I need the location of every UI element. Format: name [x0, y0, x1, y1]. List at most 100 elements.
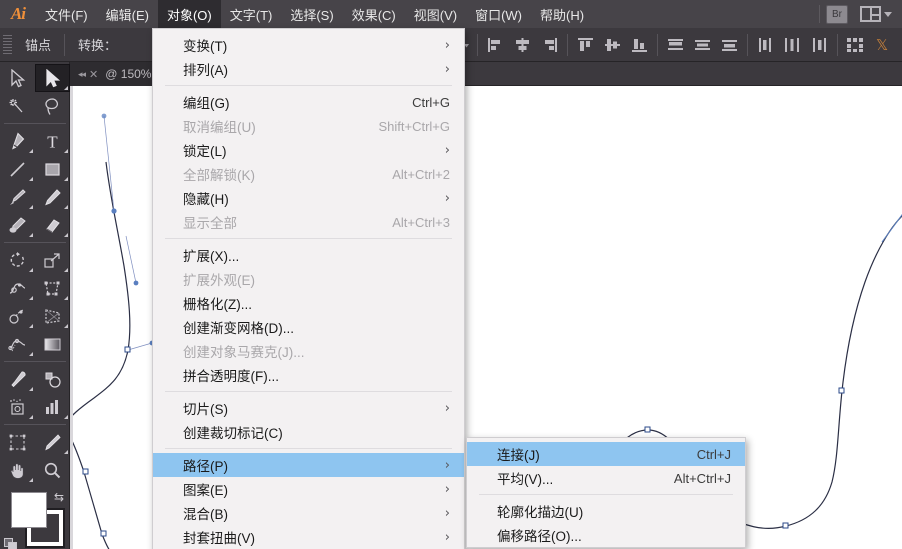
- menu-item-group[interactable]: 编组(G) Ctrl+G: [153, 90, 464, 114]
- swap-fill-stroke-icon[interactable]: ⇆: [54, 490, 64, 504]
- control-divider: [477, 33, 478, 56]
- menu-item-hide[interactable]: 隐藏(H) ›: [153, 186, 464, 210]
- menu-item-label: 偏移路径(O)...: [497, 529, 582, 544]
- fill-swatch[interactable]: [11, 492, 47, 528]
- svg-text:𝕏: 𝕏: [876, 38, 888, 54]
- magic-wand-tool-icon[interactable]: [0, 92, 35, 120]
- menubar-item-select[interactable]: 选择(S): [281, 0, 342, 28]
- direct-selection-tool-icon[interactable]: [35, 64, 70, 92]
- menubar-item-effect[interactable]: 效果(C): [343, 0, 405, 28]
- width-tool-icon[interactable]: [0, 274, 35, 302]
- eyedropper-tool-icon[interactable]: [0, 365, 35, 393]
- menu-item-flatten-transparency[interactable]: 拼合透明度(F)...: [153, 363, 464, 387]
- line-segment-tool-icon[interactable]: [0, 155, 35, 183]
- slice-tool-icon[interactable]: [35, 428, 70, 456]
- collapse-icon[interactable]: ◂◂: [78, 69, 86, 80]
- object-dropdown-menu[interactable]: 变换(T) › 排列(A) › 编组(G) Ctrl+G 取消编组(U) Shi…: [152, 28, 465, 549]
- menu-item-expand[interactable]: 扩展(X)...: [153, 243, 464, 267]
- pen-tool-icon[interactable]: [0, 127, 35, 155]
- submenu-item-average[interactable]: 平均(V)... Alt+Ctrl+J: [467, 466, 745, 490]
- tool-divider: [4, 242, 66, 243]
- distribute-bottom-icon[interactable]: [717, 33, 742, 57]
- menubar-item-type[interactable]: 文字(T): [221, 0, 282, 28]
- hand-tool-icon[interactable]: [0, 456, 35, 484]
- artboard-tool-icon[interactable]: [0, 428, 35, 456]
- menubar-item-edit[interactable]: 编辑(E): [97, 0, 158, 28]
- tool-flyout-indicator: [29, 149, 33, 153]
- menu-item-create-object-mosaic[interactable]: 创建对象马赛克(J)...: [153, 339, 464, 363]
- transform-each-icon[interactable]: [843, 33, 868, 57]
- tool-flyout-indicator: [64, 450, 68, 454]
- menu-item-expand-appearance[interactable]: 扩展外观(E): [153, 267, 464, 291]
- selection-tool-icon[interactable]: [0, 64, 35, 92]
- blob-brush-tool-icon[interactable]: [0, 211, 35, 239]
- column-graph-tool-icon[interactable]: [35, 393, 70, 421]
- menu-item-label: 切片(S): [183, 402, 228, 417]
- menubar-item-help[interactable]: 帮助(H): [531, 0, 593, 28]
- distribute-top-icon[interactable]: [663, 33, 688, 57]
- control-bar-grip[interactable]: [3, 34, 12, 55]
- blend-tool-icon[interactable]: [35, 365, 70, 393]
- menubar-item-file[interactable]: 文件(F): [36, 0, 97, 28]
- submenu-item-offset-path[interactable]: 偏移路径(O)...: [467, 523, 745, 547]
- type-tool-icon[interactable]: T: [35, 127, 70, 155]
- menubar-item-object[interactable]: 对象(O): [157, 0, 221, 28]
- align-right-icon[interactable]: [537, 33, 562, 57]
- close-icon[interactable]: ✕: [89, 68, 98, 81]
- paintbrush-tool-icon[interactable]: [0, 183, 35, 211]
- menu-item-create-gradient-mesh[interactable]: 创建渐变网格(D)...: [153, 315, 464, 339]
- align-bottom-icon[interactable]: [627, 33, 652, 57]
- menubar-item-view[interactable]: 视图(V): [405, 0, 466, 28]
- path-submenu[interactable]: 连接(J) Ctrl+J 平均(V)... Alt+Ctrl+J 轮廓化描边(U…: [466, 437, 746, 548]
- scale-tool-icon[interactable]: [35, 246, 70, 274]
- distribute-center-icon[interactable]: [690, 33, 715, 57]
- distribute-right-icon[interactable]: [807, 33, 832, 57]
- menu-item-create-trim-marks[interactable]: 创建裁切标记(C): [153, 420, 464, 444]
- default-fill-stroke-icon[interactable]: [4, 538, 18, 549]
- chevron-down-icon: [884, 11, 892, 17]
- submenu-item-join[interactable]: 连接(J) Ctrl+J: [467, 442, 745, 466]
- gradient-tool-icon[interactable]: [35, 330, 70, 358]
- distribute-horizontal-center-icon[interactable]: [780, 33, 805, 57]
- mesh-tool-icon[interactable]: [0, 330, 35, 358]
- menu-item-rasterize[interactable]: 栅格化(Z)...: [153, 291, 464, 315]
- bridge-button[interactable]: Br: [826, 4, 848, 24]
- rotate-tool-icon[interactable]: [0, 246, 35, 274]
- menu-item-ungroup[interactable]: 取消编组(U) Shift+Ctrl+G: [153, 114, 464, 138]
- align-left-icon[interactable]: [483, 33, 508, 57]
- control-divider: [567, 33, 568, 56]
- menu-item-arrange[interactable]: 排列(A) ›: [153, 57, 464, 81]
- menu-item-path[interactable]: 路径(P) ›: [153, 453, 464, 477]
- workspace-switcher[interactable]: [860, 6, 892, 22]
- chevron-right-icon: ›: [444, 400, 450, 416]
- shape-builder-tool-icon[interactable]: [0, 302, 35, 330]
- rectangle-tool-icon[interactable]: [35, 155, 70, 183]
- align-top-icon[interactable]: [573, 33, 598, 57]
- chevron-right-icon: ›: [444, 505, 450, 521]
- tool-flyout-indicator: [29, 177, 33, 181]
- menu-item-slice[interactable]: 切片(S) ›: [153, 396, 464, 420]
- menu-item-transform[interactable]: 变换(T) ›: [153, 33, 464, 57]
- pencil-tool-icon[interactable]: [35, 183, 70, 211]
- menu-item-blend[interactable]: 混合(B) ›: [153, 501, 464, 525]
- zoom-tool-icon[interactable]: [35, 456, 70, 484]
- menu-item-lock[interactable]: 锁定(L) ›: [153, 138, 464, 162]
- free-transform-tool-icon[interactable]: [35, 274, 70, 302]
- symbol-sprayer-tool-icon[interactable]: [0, 393, 35, 421]
- align-middle-vertical-icon[interactable]: [600, 33, 625, 57]
- eraser-tool-icon[interactable]: [35, 211, 70, 239]
- lasso-tool-icon[interactable]: [35, 92, 70, 120]
- submenu-item-outline-stroke[interactable]: 轮廓化描边(U): [467, 499, 745, 523]
- menu-item-envelope-distort[interactable]: 封套扭曲(V) ›: [153, 525, 464, 549]
- menubar-item-window[interactable]: 窗口(W): [466, 0, 531, 28]
- menu-item-unlock-all[interactable]: 全部解锁(K) Alt+Ctrl+2: [153, 162, 464, 186]
- menu-item-show-all[interactable]: 显示全部 Alt+Ctrl+3: [153, 210, 464, 234]
- align-center-horizontal-icon[interactable]: [510, 33, 535, 57]
- isolate-icon[interactable]: 𝕏: [870, 33, 895, 57]
- perspective-grid-tool-icon[interactable]: [35, 302, 70, 330]
- chevron-right-icon: ›: [444, 37, 450, 53]
- menu-item-pattern[interactable]: 图案(E) ›: [153, 477, 464, 501]
- toolbox-panel: T ⇆: [0, 62, 70, 549]
- chevron-right-icon: ›: [444, 61, 450, 77]
- distribute-left-icon[interactable]: [753, 33, 778, 57]
